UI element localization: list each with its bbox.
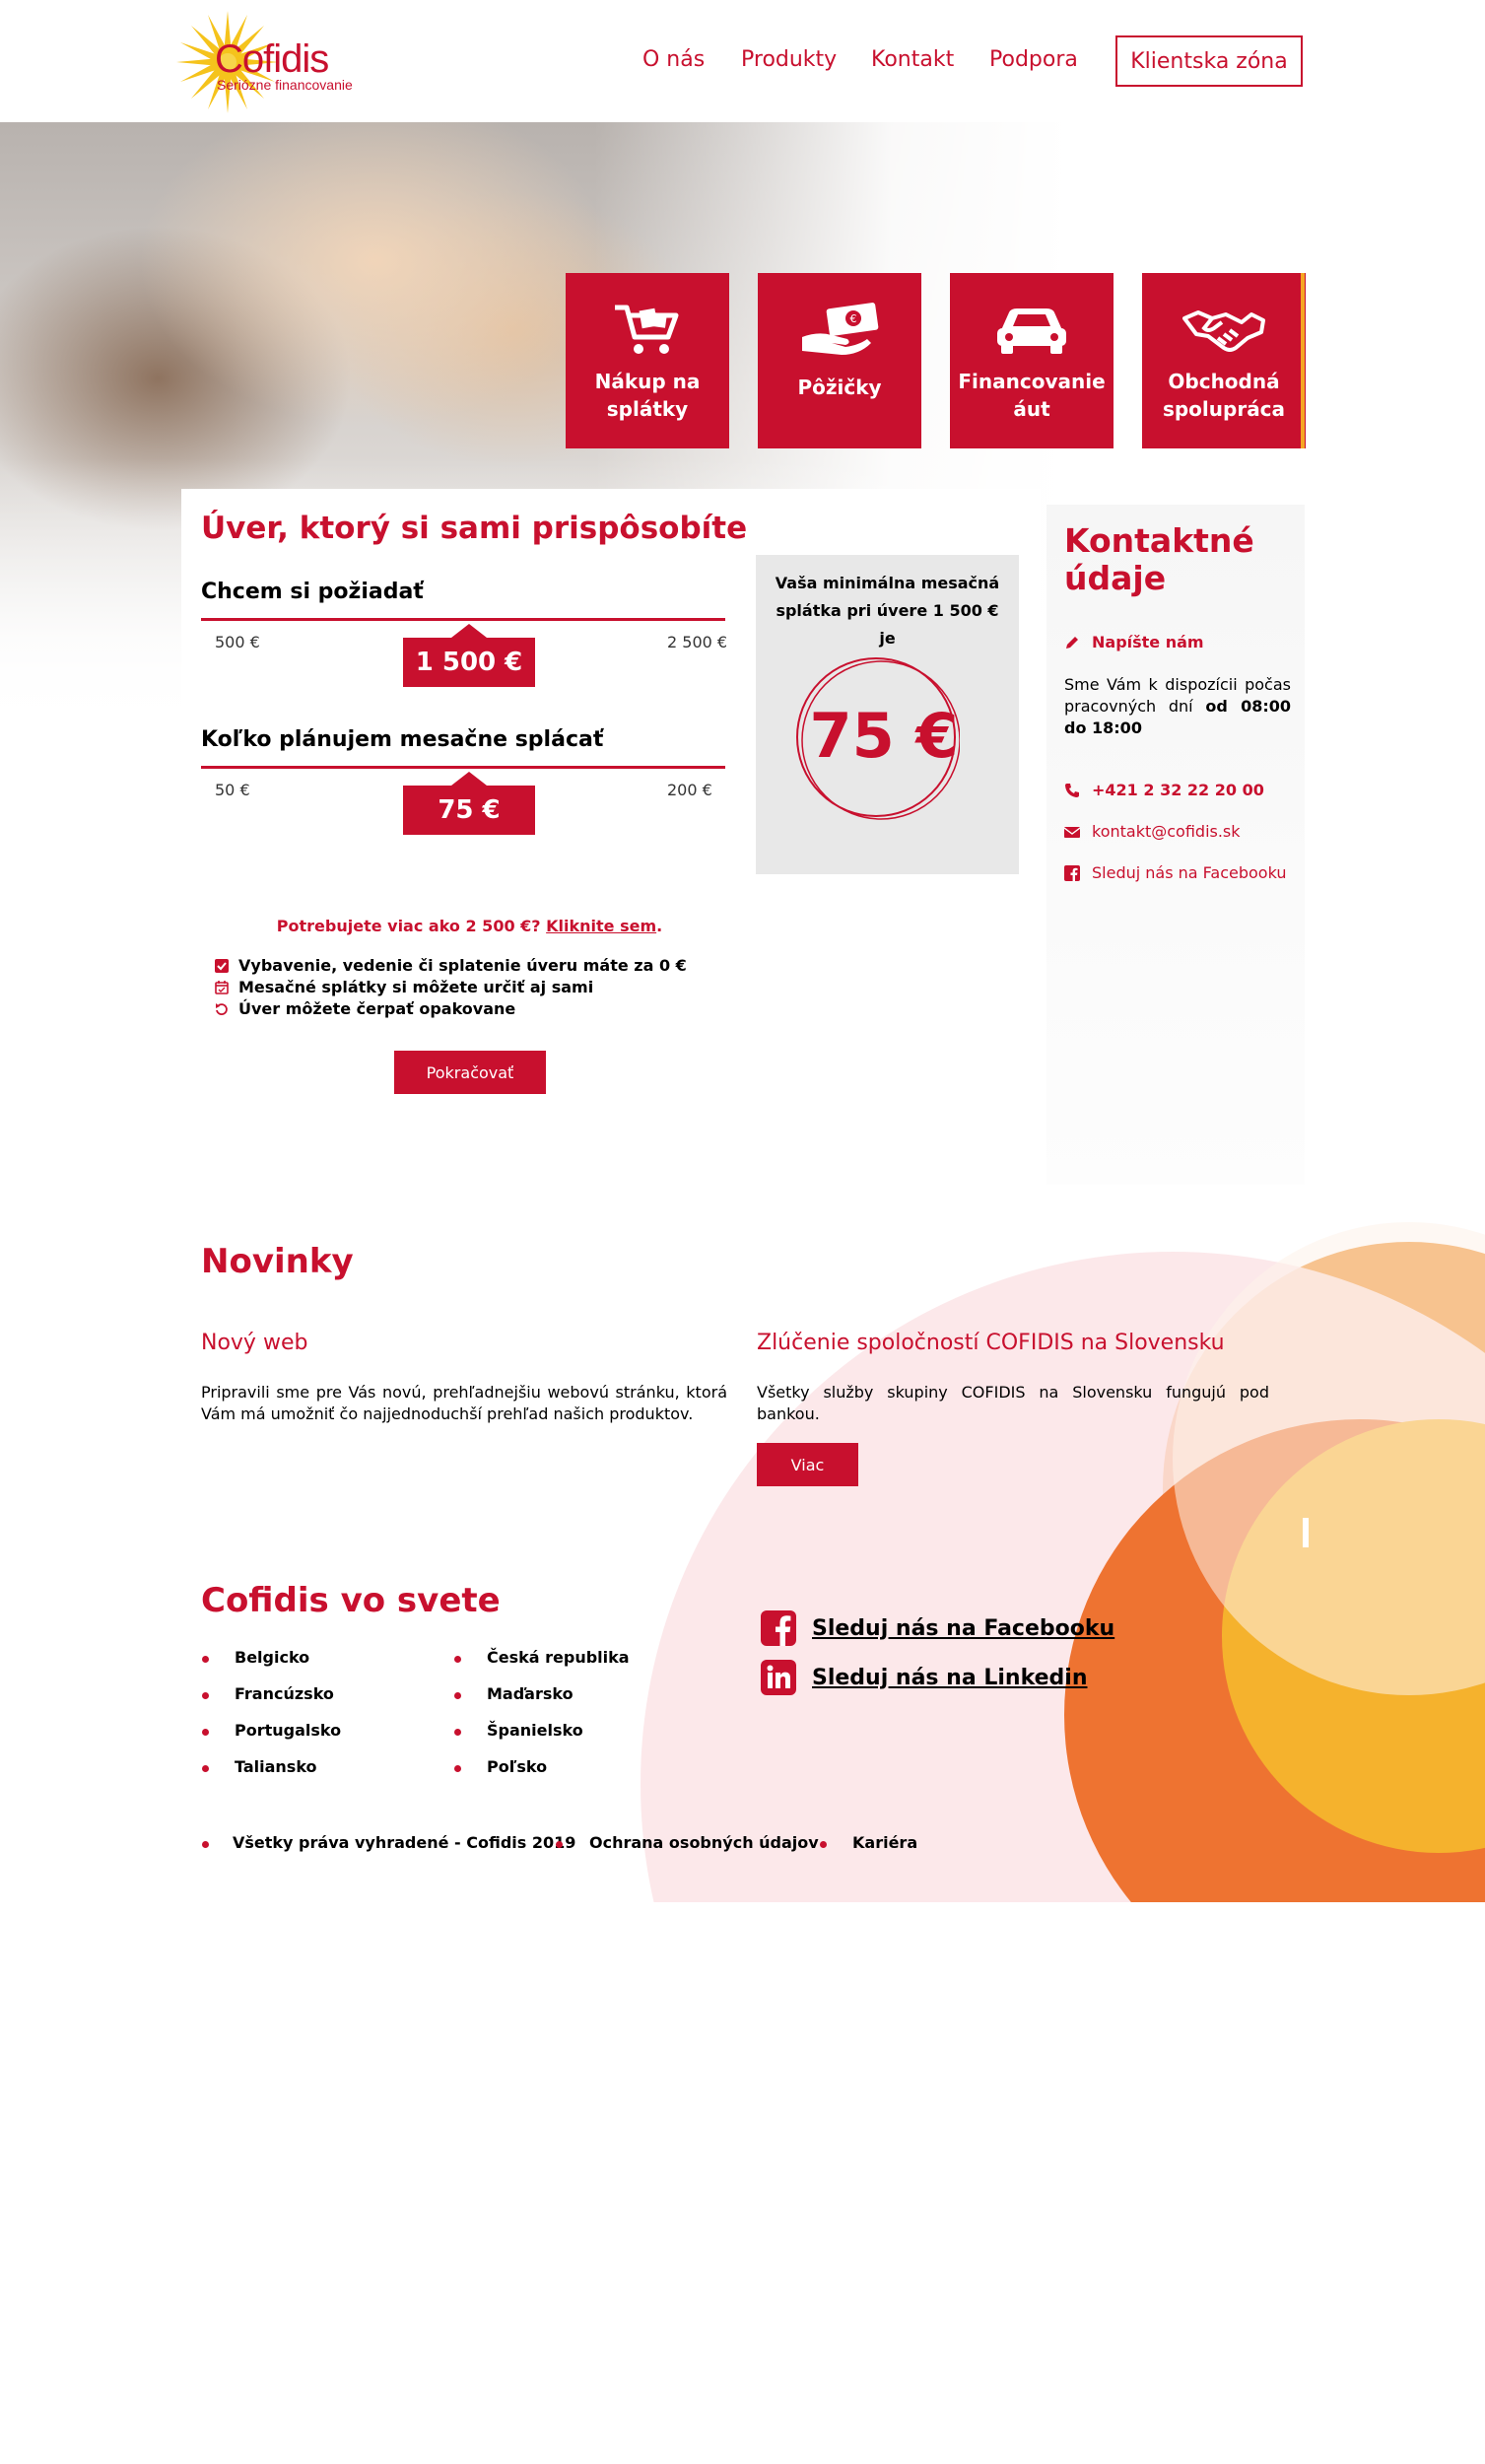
footer-career-link[interactable]: Kariéra	[852, 1833, 917, 1852]
envelope-icon	[1064, 824, 1080, 840]
bullet	[454, 1656, 461, 1663]
country-link[interactable]: Francúzsko	[235, 1684, 334, 1703]
country-link[interactable]: Česká republika	[487, 1648, 630, 1667]
tile-label: Nákup na splátky	[594, 370, 701, 421]
contact-title: Kontaktné údaje	[1064, 521, 1254, 597]
benefit-text: Úver môžete čerpať opakovane	[238, 999, 516, 1018]
shopping-cart-icon	[613, 301, 682, 360]
amount-min-label: 500 €	[215, 633, 260, 651]
facebook-icon	[761, 1610, 796, 1646]
nav-o-nas[interactable]: O nás	[642, 47, 705, 72]
news-heading[interactable]: Zlúčenie spoločností COFIDIS na Slovensk…	[757, 1331, 1225, 1355]
bullet	[454, 1729, 461, 1736]
contact-box	[1046, 505, 1305, 1185]
tile-label: Pôžičky	[797, 376, 882, 399]
tile-financovanie-aut[interactable]: Financovanie áut	[950, 273, 1114, 448]
phone-link[interactable]: +421 2 32 22 20 00	[1064, 781, 1264, 799]
tile-obchodna-spolupraca[interactable]: Obchodná spolupráca	[1142, 273, 1306, 448]
news-heading[interactable]: Nový web	[201, 1331, 307, 1355]
footer-copyright: Všetky práva vyhradené - Cofidis 2019	[233, 1833, 576, 1852]
country-link[interactable]: Belgicko	[235, 1648, 309, 1667]
tile-pozicky[interactable]: € Pôžičky	[758, 273, 921, 448]
bullet	[202, 1692, 209, 1699]
phone-icon	[1064, 783, 1080, 798]
payment-min-label: 50 €	[215, 781, 250, 799]
logo-tagline: Seriózne financovanie	[217, 77, 353, 93]
benefit-item: Vybavenie, vedenie či splatenie úveru má…	[215, 956, 687, 975]
benefit-item: Úver môžete čerpať opakovane	[215, 999, 515, 1018]
payment-max-label: 200 €	[667, 781, 712, 799]
news-text: Všetky služby skupiny COFIDIS na Slovens…	[757, 1383, 1269, 1423]
calculator-title: Úver, ktorý si sami prispôsobíte	[201, 511, 748, 546]
nav-podpora[interactable]: Podpora	[989, 47, 1078, 72]
benefit-text: Vybavenie, vedenie či splatenie úveru má…	[238, 956, 687, 975]
site-header: Cofidis Seriózne financovanie O nás Prod…	[0, 0, 1485, 122]
click-here-link[interactable]: Kliknite sem	[546, 917, 656, 935]
refresh-icon	[215, 1002, 229, 1016]
write-us-label: Napíšte nám	[1092, 633, 1204, 651]
more-suffix: .	[656, 917, 663, 935]
facebook-contact-label: Sleduj nás na Facebooku	[1092, 863, 1287, 882]
nav-kontakt[interactable]: Kontakt	[871, 47, 954, 72]
amount-slider-thumb[interactable]: 1 500 €	[403, 624, 535, 687]
news-more-button[interactable]: Viac	[757, 1443, 858, 1486]
bullet	[454, 1692, 461, 1699]
linkedin-social-link[interactable]: Sleduj nás na Linkedin	[761, 1660, 1087, 1695]
benefit-text: Mesačné splátky si môžete určiť aj sami	[238, 978, 594, 996]
tile-nakup-na-splatky[interactable]: Nákup na splátky	[566, 273, 729, 448]
bullet	[202, 1841, 209, 1848]
more-than-limit-line: Potrebujete viac ako 2 500 €? Kliknite s…	[201, 917, 738, 935]
payment-slider-thumb[interactable]: 75 €	[403, 772, 535, 835]
bullet	[202, 1765, 209, 1772]
tile-label: Obchodná spolupráca	[1162, 370, 1286, 421]
world-title: Cofidis vo svete	[201, 1581, 501, 1620]
country-link[interactable]: Poľsko	[487, 1757, 547, 1776]
money-hand-icon: €	[798, 301, 881, 360]
news-text: Pripravili sme pre Vás novú, prehľadnejš…	[201, 1383, 727, 1423]
car-icon	[993, 301, 1070, 360]
facebook-social-link[interactable]: Sleduj nás na Facebooku	[761, 1610, 1114, 1646]
write-us-link[interactable]: Napíšte nám	[1064, 633, 1204, 651]
payment-question: Koľko plánujem mesačne splácať	[201, 727, 604, 752]
bullet	[556, 1841, 563, 1848]
contact-hours: Sme Vám k dispozícii počas pracovných dn…	[1064, 674, 1291, 739]
bullet	[202, 1656, 209, 1663]
more-prefix: Potrebujete viac ako 2 500 €?	[276, 917, 541, 935]
amount-max-label: 2 500 €	[667, 633, 728, 651]
nav-produkty[interactable]: Produkty	[741, 47, 837, 72]
logo-wordmark[interactable]: Cofidis	[215, 37, 329, 82]
bullet	[454, 1765, 461, 1772]
amount-slider-track[interactable]	[201, 618, 725, 621]
country-link[interactable]: Maďarsko	[487, 1684, 574, 1703]
country-link[interactable]: Taliansko	[235, 1757, 317, 1776]
linkedin-social-label: Sleduj nás na Linkedin	[812, 1665, 1088, 1690]
benefit-item: Mesačné splátky si môžete určiť aj sami	[215, 978, 593, 996]
svg-text:€: €	[850, 312, 857, 325]
tile-accent-strip	[1301, 273, 1305, 448]
client-zone-button[interactable]: Klientska zóna	[1115, 35, 1303, 87]
email-address: kontakt@cofidis.sk	[1092, 822, 1241, 841]
pencil-icon	[1064, 635, 1080, 650]
country-link[interactable]: Portugalsko	[235, 1721, 341, 1740]
phone-number: +421 2 32 22 20 00	[1092, 781, 1264, 799]
facebook-icon	[1064, 864, 1080, 881]
calendar-icon	[215, 980, 229, 994]
bullet	[820, 1841, 827, 1848]
news-title: Novinky	[201, 1242, 354, 1281]
tile-label: Financovanie áut	[958, 370, 1106, 421]
facebook-social-label: Sleduj nás na Facebooku	[812, 1615, 1115, 1641]
linkedin-icon	[761, 1660, 796, 1695]
continue-button[interactable]: Pokračovať	[394, 1051, 546, 1094]
result-text: Vaša minimálna mesačná splátka pri úvere…	[775, 574, 1000, 648]
check-square-icon	[215, 958, 229, 973]
payment-slider-track[interactable]	[201, 766, 725, 769]
bullet	[202, 1729, 209, 1736]
footer-privacy-link[interactable]: Ochrana osobných údajov	[589, 1833, 819, 1852]
country-link[interactable]: Španielsko	[487, 1721, 583, 1740]
handshake-icon	[1182, 301, 1265, 360]
email-link[interactable]: kontakt@cofidis.sk	[1064, 822, 1241, 841]
result-value: 75 €	[809, 700, 959, 772]
amount-question: Chcem si požiadať	[201, 580, 424, 604]
facebook-contact-link[interactable]: Sleduj nás na Facebooku	[1064, 863, 1287, 882]
